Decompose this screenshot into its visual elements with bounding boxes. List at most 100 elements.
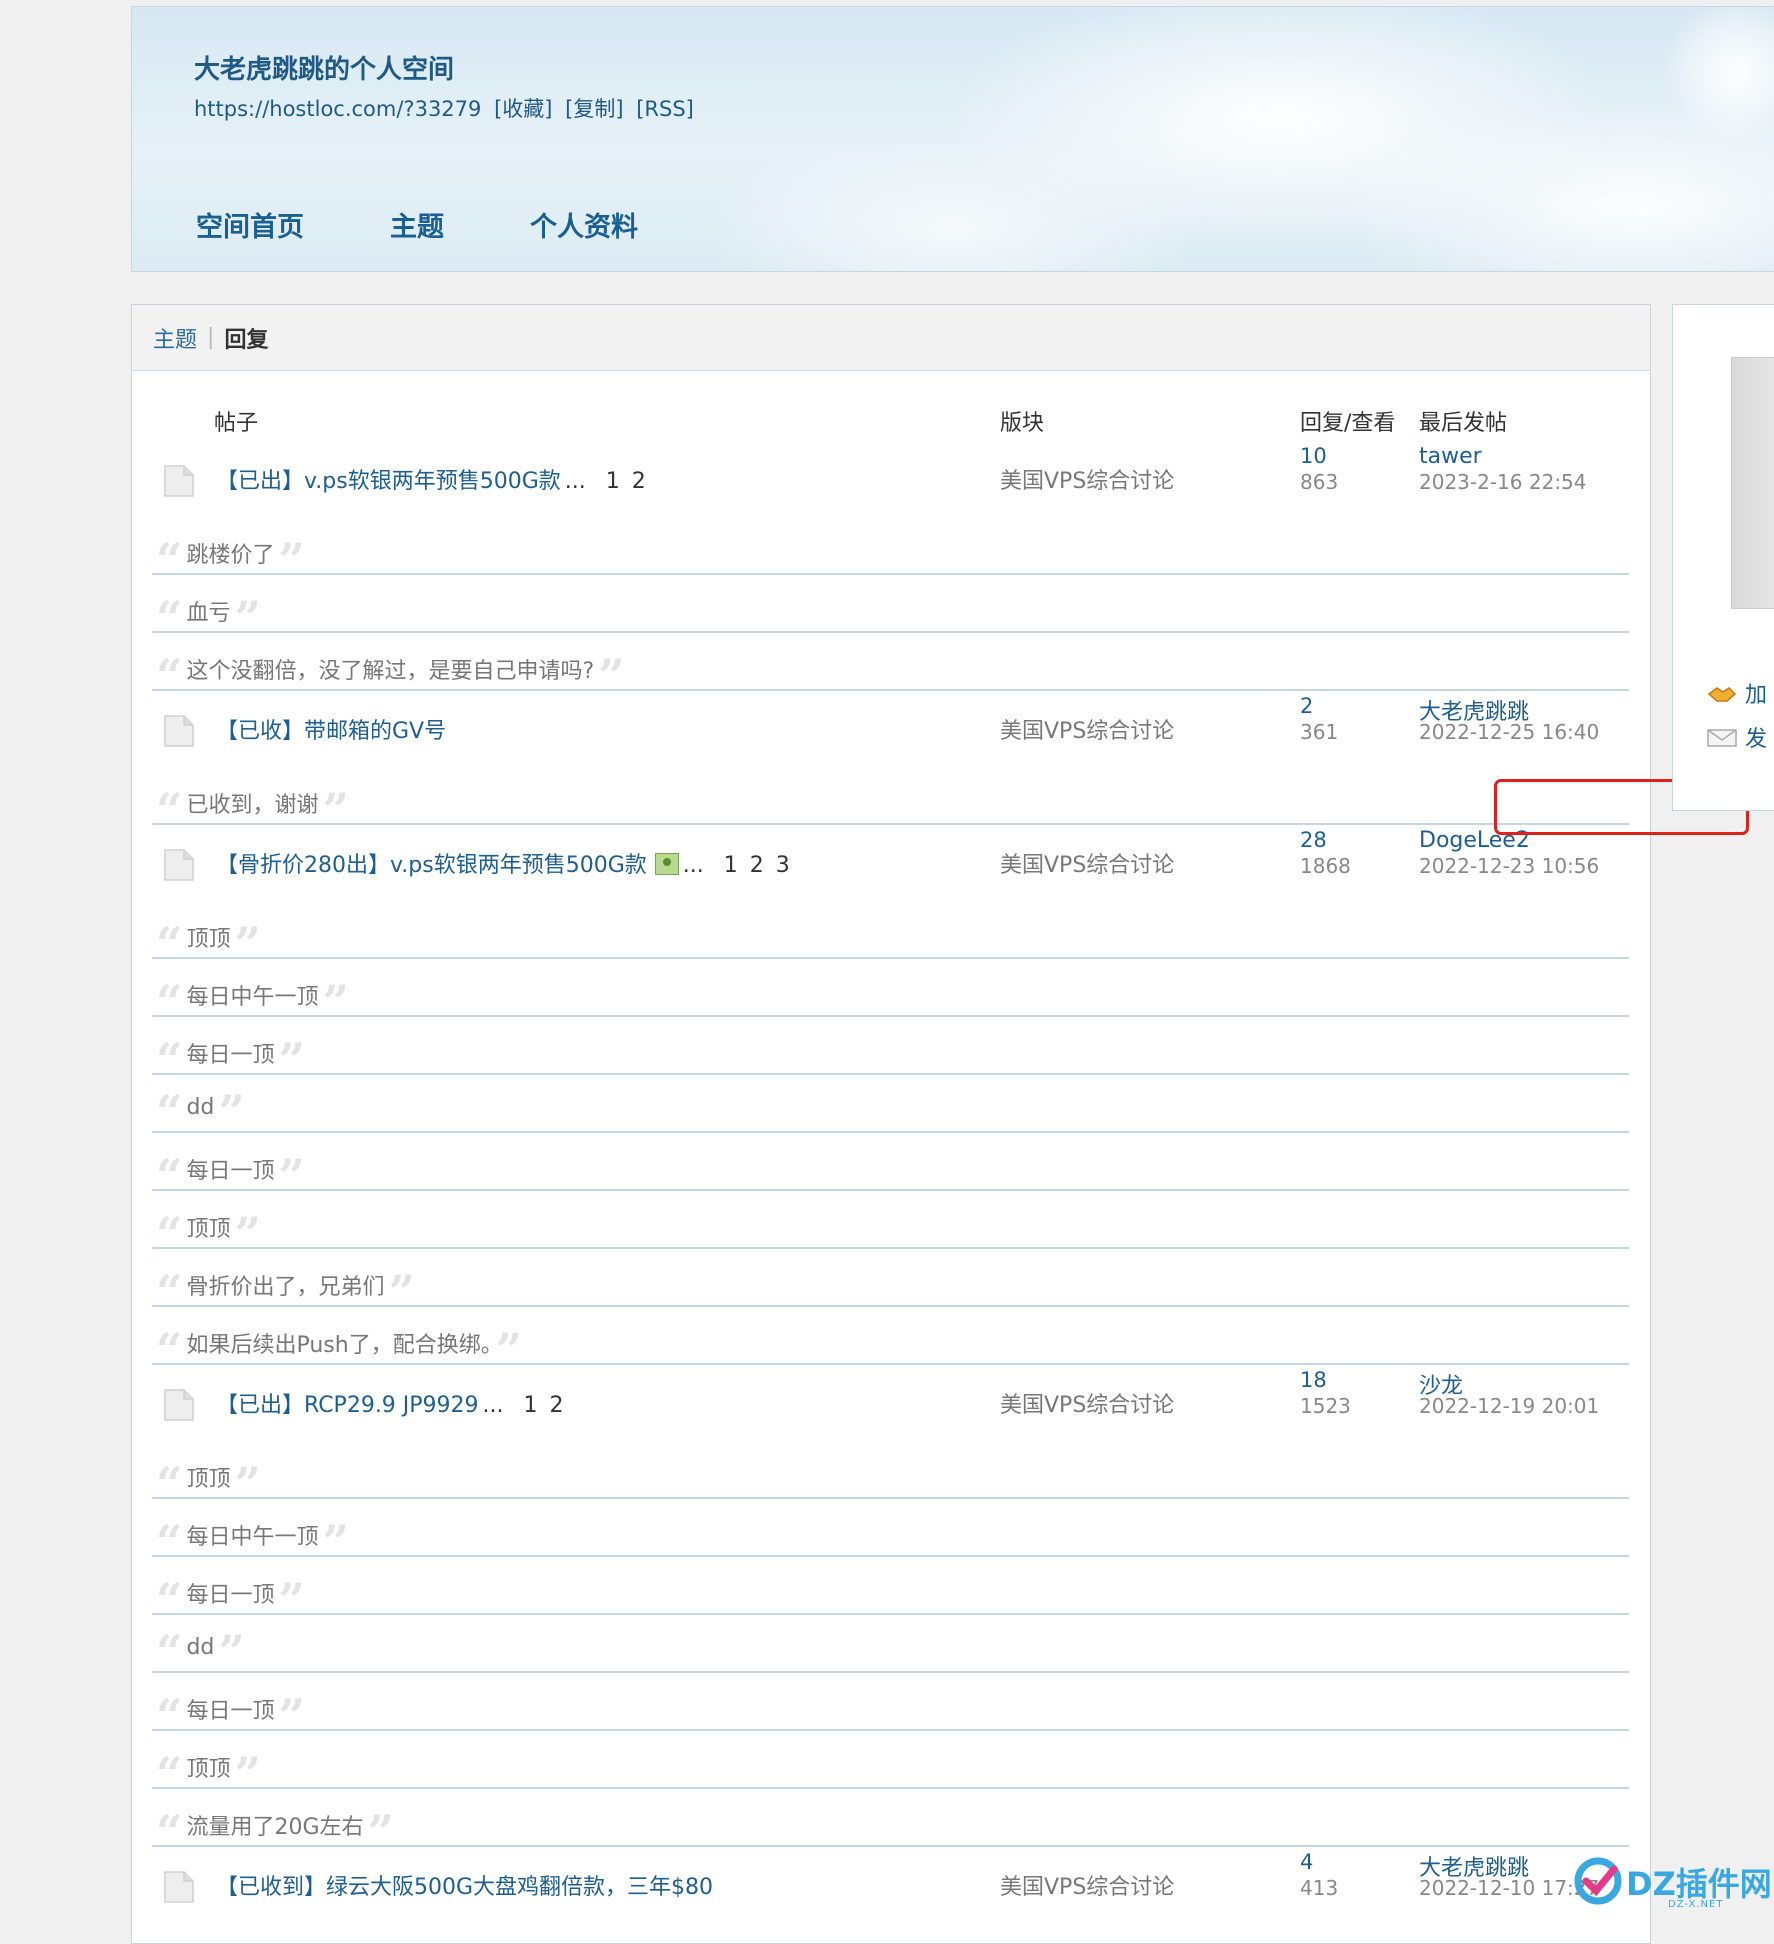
thread-forum-link[interactable]: 美国VPS综合讨论 bbox=[1000, 1387, 1174, 1419]
reply-text[interactable]: 骨折价出了，兄弟们 bbox=[186, 1275, 384, 1300]
reply-quote-row[interactable]: “每日一顶” bbox=[152, 1673, 1629, 1739]
reply-text[interactable]: 已收到，谢谢 bbox=[186, 793, 318, 818]
reply-quote-row[interactable]: “跳楼价了” bbox=[152, 517, 1629, 583]
copy-link[interactable]: [复制] bbox=[565, 97, 623, 121]
thread-forum-link[interactable]: 美国VPS综合讨论 bbox=[1000, 847, 1174, 879]
favorite-link[interactable]: [收藏] bbox=[494, 97, 552, 121]
thread-title-group: 【已出】v.ps软银两年预售500G款... 1 2 bbox=[216, 463, 646, 495]
reply-quote: “这个没翻倍，没了解过，是要自己申请吗?” bbox=[156, 653, 625, 699]
reply-count[interactable]: 4 bbox=[1300, 1850, 1313, 1874]
tab-separator: | bbox=[207, 325, 215, 350]
close-quote-icon: ” bbox=[598, 649, 625, 703]
page-link[interactable]: 1 bbox=[524, 1393, 538, 1418]
last-poster-link[interactable]: tawer bbox=[1419, 444, 1482, 469]
reply-count[interactable]: 10 bbox=[1300, 444, 1327, 468]
page-link[interactable]: 2 bbox=[550, 1393, 564, 1418]
main-panel: 主题 | 回复 帖子 版块 回复/查看 最后发帖 【已出】v.ps软银两年预售5… bbox=[131, 304, 1749, 1944]
page-link[interactable]: 3 bbox=[776, 853, 790, 878]
open-quote-icon: “ bbox=[156, 1085, 183, 1139]
col-replies-views: 回复/查看 bbox=[1300, 411, 1396, 436]
nav-threads[interactable]: 主题 bbox=[390, 205, 444, 244]
close-quote-icon: ” bbox=[495, 1323, 523, 1377]
reply-quote-row[interactable]: “已收到，谢谢” bbox=[152, 767, 1629, 833]
rss-link[interactable]: [RSS] bbox=[636, 97, 694, 121]
thread-forum-link[interactable]: 美国VPS综合讨论 bbox=[1000, 713, 1174, 745]
avatar[interactable] bbox=[1731, 357, 1774, 609]
thread-forum-link[interactable]: 美国VPS综合讨论 bbox=[1000, 1869, 1174, 1901]
reply-quote-row[interactable]: “dd” bbox=[152, 1615, 1629, 1675]
thread-title-link[interactable]: 【已收到】绿云大阪500G大盘鸡翻倍款，三年$80 bbox=[216, 1875, 713, 1900]
reply-quote-row[interactable]: “每日中午一顶” bbox=[152, 1499, 1629, 1565]
reply-quote-row[interactable]: “骨折价出了，兄弟们” bbox=[152, 1249, 1629, 1315]
reply-quote-row[interactable]: “每日一顶” bbox=[152, 1133, 1629, 1199]
thread-pages: 12 bbox=[512, 1393, 564, 1418]
reply-text[interactable]: 每日一顶 bbox=[186, 1699, 274, 1724]
reply-text[interactable]: dd bbox=[186, 1635, 214, 1660]
add-friend-action[interactable]: 加 bbox=[1707, 677, 1767, 709]
space-url[interactable]: https://hostloc.com/?33279 bbox=[194, 97, 481, 121]
reply-quote-row[interactable]: “每日一顶” bbox=[152, 1557, 1629, 1623]
thread-title-link[interactable]: 【骨折价280出】v.ps软银两年预售500G款 bbox=[216, 853, 647, 878]
reply-quote-row[interactable]: “顶顶” bbox=[152, 901, 1629, 967]
thread-row: 【已收到】绿云大阪500G大盘鸡翻倍款，三年$80 美国VPS综合讨论 4 413 大老… bbox=[132, 1850, 1650, 1913]
thread-row: 【已出】RCP29.9 JP9929... 1 2 美国VPS综合讨论 18 1523 沙龙… bbox=[132, 1368, 1650, 1431]
reply-quote-row[interactable]: “顶顶” bbox=[152, 1191, 1629, 1257]
reply-quote-row[interactable]: “每日中午一顶” bbox=[152, 959, 1629, 1025]
send-message-action[interactable]: 发 bbox=[1707, 721, 1767, 753]
thread-title-group: 【骨折价280出】v.ps软银两年预售500G款... 1 2 3 bbox=[216, 847, 790, 879]
reply-text[interactable]: 顶顶 bbox=[186, 1757, 230, 1782]
reply-count[interactable]: 18 bbox=[1300, 1368, 1327, 1392]
nav-profile[interactable]: 个人资料 bbox=[530, 205, 638, 244]
space-title[interactable]: 大老虎跳跳的个人空间 bbox=[194, 49, 454, 86]
page-link[interactable]: 2 bbox=[750, 853, 764, 878]
col-forum: 版块 bbox=[1000, 411, 1045, 436]
reply-quote-row[interactable]: “这个没翻倍，没了解过，是要自己申请吗?” bbox=[152, 633, 1629, 699]
reply-quote-row[interactable]: “顶顶” bbox=[152, 1441, 1629, 1507]
reply-text[interactable]: 每日一顶 bbox=[186, 1159, 274, 1184]
nav-space-home[interactable]: 空间首页 bbox=[196, 205, 304, 244]
page-link[interactable]: 2 bbox=[632, 469, 646, 494]
reply-quote-row[interactable]: “血亏” bbox=[152, 575, 1629, 641]
tab-threads[interactable]: 主题 bbox=[153, 322, 197, 354]
envelope-icon bbox=[1707, 729, 1737, 747]
thread-title-group: 【已收到】绿云大阪500G大盘鸡翻倍款，三年$80 bbox=[216, 1869, 721, 1901]
reply-quote-row[interactable]: “如果后续出Push了，配合换绑。” bbox=[152, 1307, 1629, 1373]
reply-text[interactable]: 每日中午一顶 bbox=[186, 985, 318, 1010]
last-post-time: 2022-12-19 20:01 bbox=[1419, 1394, 1600, 1418]
close-quote-icon: ” bbox=[322, 783, 349, 837]
reply-quote-row[interactable]: “顶顶” bbox=[152, 1731, 1629, 1797]
reply-text[interactable]: 顶顶 bbox=[186, 1217, 230, 1242]
tab-replies[interactable]: 回复 bbox=[224, 322, 268, 354]
page-link[interactable]: 1 bbox=[606, 469, 620, 494]
last-post-time: 2022-12-25 16:40 bbox=[1419, 720, 1600, 744]
reply-quote-row[interactable]: “dd” bbox=[152, 1075, 1629, 1135]
reply-text[interactable]: 每日中午一顶 bbox=[186, 1525, 318, 1550]
open-quote-icon: “ bbox=[156, 783, 183, 837]
reply-quote-row[interactable]: “流量用了20G左右” bbox=[152, 1789, 1629, 1855]
thread-title-link[interactable]: 【已出】RCP29.9 JP9929 bbox=[216, 1393, 479, 1418]
thread-title-link[interactable]: 【已收】带邮箱的GV号 bbox=[216, 719, 446, 744]
reply-text[interactable]: 每日一顶 bbox=[186, 1583, 274, 1608]
reply-text[interactable]: 如果后续出Push了，配合换绑。 bbox=[186, 1333, 491, 1358]
page-link[interactable]: 1 bbox=[724, 853, 738, 878]
reply-text[interactable]: 跳楼价了 bbox=[186, 543, 274, 568]
reply-text[interactable]: 顶顶 bbox=[186, 927, 230, 952]
reply-text[interactable]: 流量用了20G左右 bbox=[186, 1815, 363, 1840]
reply-count[interactable]: 2 bbox=[1300, 694, 1313, 718]
reply-text[interactable]: 每日一顶 bbox=[186, 1043, 274, 1068]
reply-count[interactable]: 28 bbox=[1300, 828, 1327, 852]
reply-quote: “dd” bbox=[156, 1629, 245, 1675]
reply-quote: “顶顶” bbox=[156, 1461, 261, 1507]
reply-quote-row[interactable]: “每日一顶” bbox=[152, 1017, 1629, 1083]
reply-text[interactable]: 血亏 bbox=[186, 601, 230, 626]
thread-forum-link[interactable]: 美国VPS综合讨论 bbox=[1000, 463, 1174, 495]
title-ellipsis: ... bbox=[482, 1393, 504, 1418]
reply-text[interactable]: dd bbox=[186, 1095, 214, 1120]
content-tabs: 主题 | 回复 bbox=[132, 305, 1650, 371]
thread-title-group: 【已收】带邮箱的GV号 bbox=[216, 713, 454, 745]
thread-pages: 123 bbox=[712, 853, 790, 878]
col-post: 帖子 bbox=[214, 411, 259, 436]
reply-text[interactable]: 这个没翻倍，没了解过，是要自己申请吗? bbox=[186, 659, 594, 684]
reply-text[interactable]: 顶顶 bbox=[186, 1467, 230, 1492]
thread-title-link[interactable]: 【已出】v.ps软银两年预售500G款 bbox=[216, 469, 561, 494]
